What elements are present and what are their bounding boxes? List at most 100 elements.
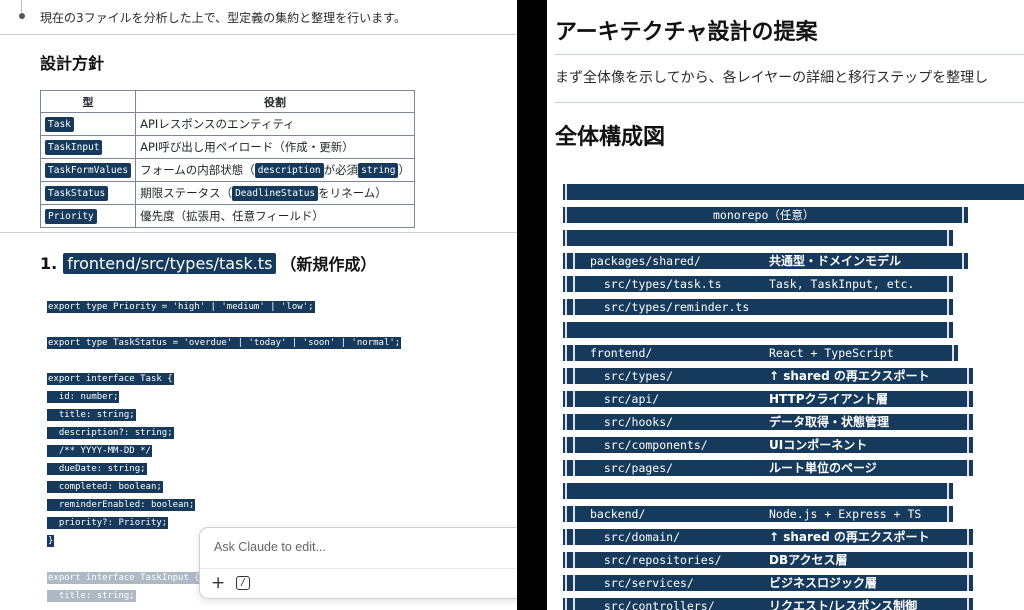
role-text: 期限ステータス（ [140,186,233,200]
diagram-border [565,575,567,591]
diagram-row: src/controllers/リクエスト/レスポンス制御 [563,598,973,610]
diagram-border [565,529,567,545]
proposal-lead: まず全体像を示してから、各レイヤーの詳細と移行ステップを整理し [555,70,989,86]
diagram-path: monorepo（任意） [713,208,815,222]
diagram-row: backend/Node.js + Express + TS [563,506,953,522]
type-chip: TaskFormValues [45,162,132,178]
diagram-border [565,230,567,246]
diagram-path: backend/ [590,507,646,521]
diagram-border [573,506,575,522]
diagram-border [573,529,575,545]
table-row: TaskFormValues フォームの内部状態（ description が必須 st… [39,158,415,182]
role-text: が必須 [323,163,359,177]
diagram-border [952,345,954,361]
diagram-border [573,414,575,430]
role-cell: 優先度（拡張用、任意フィールド） [135,204,415,228]
diagram-row: src/types/task.ts Task, TaskInput, etc. [563,276,953,292]
inline-code-chip: description [254,163,324,178]
diagram-path: src/components/ [590,438,708,452]
section-heading: 全体構成図 [555,125,666,150]
diagram-description: 共通型・ドメインモデル [769,254,902,268]
diagram-border [573,345,575,361]
diagram-border [962,207,964,223]
diagram-description: データ取得・状態管理 [769,415,890,429]
divider [555,54,1024,55]
intro-text: 現在の3ファイルを分析した上で、型定義の集約と整理を行います。 [40,11,406,25]
diagram-row: frontend/React + TypeScript [563,345,958,361]
diagram-border [565,368,567,384]
code-line: export type TaskStatus = 'overdue' | 'to… [47,337,402,349]
diagram-border [565,253,567,269]
role-cell: API呼び出し用ペイロード（作成・更新） [135,135,415,159]
diagram-description: React + TypeScript [769,346,894,360]
right-pane: アーキテクチャ設計の提案 まず全体像を示してから、各レイヤーの詳細と移行ステップ… [547,0,1024,610]
diagram-path: frontend/ [590,346,653,360]
diagram-row: src/types/reminder.ts [563,299,953,315]
role-text: フォームの内部状態（ [140,163,255,177]
code-line: export interface Task { [47,373,174,385]
diagram-border [573,253,575,269]
file-heading-number: 1. [40,253,58,273]
diagram-path: src/hooks/ [590,415,674,429]
diagram-border [967,368,969,384]
header-role: 役割 [135,90,415,113]
divider [0,232,517,233]
table-row: Task APIレスポンスのエンティティ [39,112,415,136]
code-line: description?: string; [47,427,174,439]
type-chip: TaskStatus [45,185,109,201]
diagram-path: src/types/task.ts [590,277,722,291]
inline-code-chip: string [358,163,399,178]
diagram-row: src/types/ ↑ shared の再エクスポート [563,368,973,384]
role-cell: フォームの内部状態（ description が必須 string） [135,158,415,182]
diagram-path: src/api/ [590,392,660,406]
popup-divider [200,568,517,569]
ask-claude-input[interactable] [214,540,514,554]
diagram-border [573,460,575,476]
diagram-border [967,552,969,568]
diagram-description: ルート単位のページ [769,461,877,475]
slash-command-icon[interactable]: / [236,576,250,590]
code-line: id: number; [47,391,120,403]
diagram-row: packages/shared/共通型・ドメインモデル [563,253,968,269]
diagram-row [563,322,953,338]
diagram-border [573,437,575,453]
file-heading: 1. frontend/src/types/task.ts （新規作成） [40,251,376,275]
role-text: API呼び出し用ペイロード（作成・更新） [140,140,354,154]
diagram-border [573,276,575,292]
diagram-path: src/pages/ [590,461,674,475]
pane-separator [517,0,547,610]
table-header-row: 型 役割 [39,90,415,113]
type-chip: Priority [45,208,97,224]
table-row: TaskStatus 期限ステータス（ DeadlineStatus をリネーム） [39,181,415,205]
design-heading: 設計方針 [40,54,105,73]
code-line: priority?: Priority; [47,517,169,529]
diagram-border [967,414,969,430]
diagram-border [947,506,949,522]
diagram-border [967,460,969,476]
diagram-border [573,575,575,591]
diagram-description: ビジネスロジック層 [769,576,878,590]
types-table: 型 役割 Task APIレスポンスのエンティティ TaskInput API呼び出し… [39,90,415,228]
diagram-description: Task, TaskInput, etc. [769,277,915,291]
type-cell: Priority [39,204,137,228]
type-cell: TaskStatus [39,181,137,205]
diagram-border [565,437,567,453]
diagram-border [565,207,567,223]
diagram-path: packages/shared/ [590,254,701,268]
type-cell: TaskInput [39,135,137,159]
diagram-border [947,276,949,292]
diagram-border [565,391,567,407]
diagram-border [947,322,949,338]
role-cell: APIレスポンスのエンティティ [135,112,415,136]
timeline-line [21,0,22,12]
diagram-row: src/domain/ ↑ shared の再エクスポート [563,529,973,545]
diagram-row [563,184,1024,200]
plus-icon[interactable]: + [211,572,225,594]
divider [0,34,517,35]
table-row: Priority 優先度（拡張用、任意フィールド） [39,204,415,228]
header-type: 型 [39,90,137,113]
timeline-bullet-icon [19,13,25,19]
code-line: title: string; [47,409,136,421]
code-line: completed: boolean; [47,481,163,493]
diagram-row: src/repositories/DBアクセス層 [563,552,973,568]
